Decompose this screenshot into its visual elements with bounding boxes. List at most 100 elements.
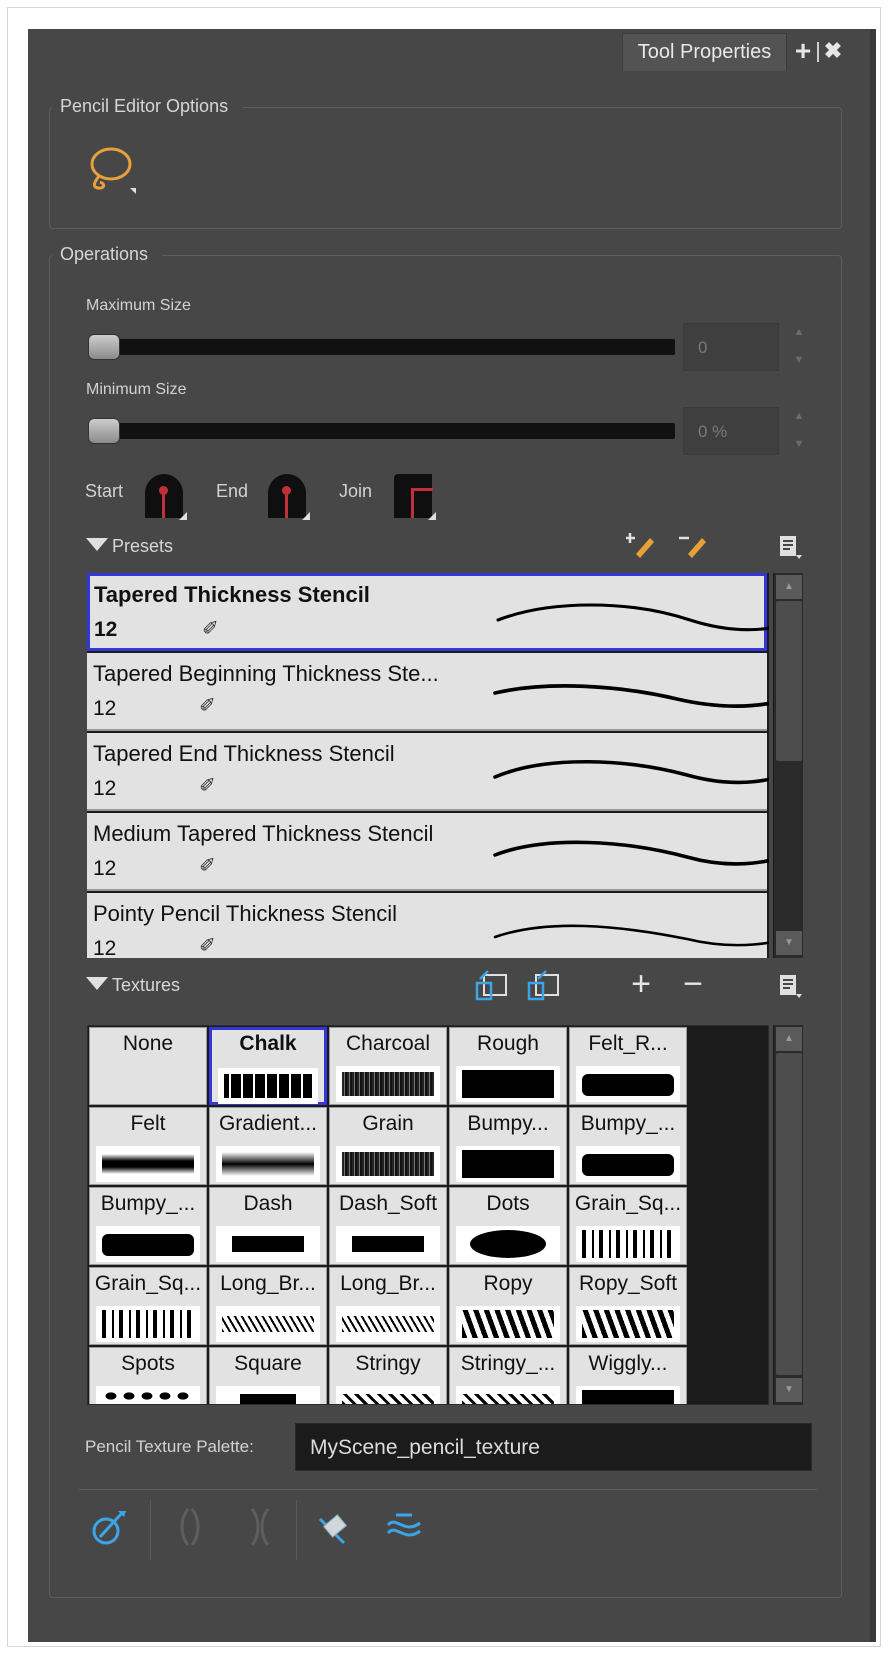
join-button[interactable] (392, 468, 436, 520)
texture-pattern (342, 1072, 434, 1096)
texture-cell[interactable]: Grain_Sq... (89, 1267, 207, 1345)
preset-name: Tapered Beginning Thickness Ste... (93, 661, 439, 686)
texture-pattern (470, 1230, 546, 1258)
maximum-size-slider-handle[interactable] (88, 334, 120, 360)
texture-name: Grain_Sq... (94, 1272, 202, 1295)
tab-tool-properties[interactable]: Tool Properties (622, 33, 787, 71)
texture-name: Felt_R... (588, 1032, 668, 1055)
texture-pattern (352, 1236, 424, 1252)
new-preset-button[interactable] (626, 530, 656, 560)
texture-cell[interactable]: Spots (89, 1347, 207, 1404)
texture-name: Long_Br... (220, 1272, 316, 1295)
texture-cell[interactable]: Gradient... (209, 1107, 327, 1185)
preset-row[interactable]: Tapered End Thickness Stencil 12 ✐ (87, 733, 769, 811)
stroke-preview-icon (493, 924, 769, 947)
scroll-up-arrow[interactable]: ▲ (776, 1027, 802, 1051)
maximum-size-field[interactable]: 0 (683, 323, 779, 371)
pin-icon: ✐ (199, 775, 216, 797)
texture-cell[interactable]: Ropy_Soft (569, 1267, 687, 1345)
maximum-size-label: Maximum Size (86, 297, 191, 314)
scroll-thumb[interactable] (776, 1053, 802, 1375)
texture-name: Square (234, 1352, 302, 1375)
texture-swatch (456, 1066, 560, 1102)
texture-cell[interactable]: Bumpy_... (569, 1107, 687, 1185)
texture-cell[interactable]: Grain_Sq... (569, 1187, 687, 1265)
maximum-size-down-arrow[interactable]: ▼ (792, 353, 806, 367)
minimum-size-down-arrow[interactable]: ▼ (792, 437, 806, 451)
split-contours-button[interactable] (238, 1505, 282, 1549)
preset-row[interactable]: Tapered Thickness Stencil 12 ✐ (87, 573, 769, 651)
textures-toggle[interactable]: Textures (86, 975, 180, 996)
import-texture-button[interactable] (474, 967, 510, 1003)
flatten-button[interactable] (382, 1505, 426, 1549)
maximum-size-up-arrow[interactable]: ▲ (792, 325, 806, 339)
pencil-editor-options-group (49, 107, 842, 229)
texture-cell[interactable]: Stringy_... (449, 1347, 567, 1404)
presets-label: Presets (112, 536, 174, 556)
texture-cell[interactable]: Bumpy_... (89, 1187, 207, 1265)
texture-cell[interactable]: Ropy (449, 1267, 567, 1345)
rename-texture-button[interactable] (526, 967, 562, 1003)
texture-cell[interactable]: Wiggly... (569, 1347, 687, 1404)
presets-list[interactable]: Tapered Thickness Stencil 12 ✐ Tapered Begi… (87, 573, 769, 958)
texture-cell[interactable]: Felt (89, 1107, 207, 1185)
start-cap-button[interactable] (143, 468, 187, 520)
presets-toggle[interactable]: Presets (86, 536, 173, 557)
texture-cell[interactable]: Charcoal (329, 1027, 447, 1105)
delete-preset-button[interactable] (678, 530, 708, 560)
scroll-down-arrow[interactable]: ▼ (776, 1378, 802, 1402)
texture-swatch (96, 1306, 200, 1342)
maximum-size-slider[interactable] (90, 339, 675, 355)
textures-grid[interactable]: None Chalk Charcoal Rough Felt_R... Felt Gradi… (87, 1025, 769, 1405)
lasso-select-tool-button[interactable] (84, 142, 140, 200)
texture-cell[interactable]: Dots (449, 1187, 567, 1265)
texture-swatch (216, 1306, 320, 1342)
join-contours-button[interactable] (168, 1505, 212, 1549)
presets-menu-button[interactable] (778, 533, 804, 561)
texture-name: Stringy (355, 1352, 421, 1375)
texture-pattern (102, 1390, 194, 1404)
texture-name: Rough (477, 1032, 539, 1055)
texture-cell[interactable]: Grain (329, 1107, 447, 1185)
texture-cell[interactable]: None (89, 1027, 207, 1105)
texture-cell[interactable]: Long_Br... (209, 1267, 327, 1345)
texture-cell[interactable]: Stringy (329, 1347, 447, 1404)
pencil-texture-palette-field[interactable]: MyScene_pencil_texture (295, 1423, 812, 1471)
close-view-button[interactable]: ✖ (822, 36, 844, 66)
texture-cell[interactable]: Dash_Soft (329, 1187, 447, 1265)
texture-name: Dash (243, 1192, 293, 1215)
texture-cell[interactable]: Long_Br... (329, 1267, 447, 1345)
texture-pattern (462, 1070, 554, 1098)
toolbar-divider (79, 1489, 817, 1490)
preset-row[interactable]: Pointy Pencil Thickness Stencil 12 ✐ (87, 893, 769, 958)
remove-texture-button[interactable]: − (676, 965, 710, 1003)
texture-name: Wiggly... (588, 1352, 668, 1375)
preset-row[interactable]: Medium Tapered Thickness Stencil 12 ✐ (87, 813, 769, 891)
texture-cell[interactable]: Rough (449, 1027, 567, 1105)
minimum-size-up-arrow[interactable]: ▲ (792, 409, 806, 423)
presets-scrollbar[interactable]: ▲ ▼ (773, 573, 803, 958)
textures-scrollbar[interactable]: ▲ ▼ (773, 1025, 803, 1405)
texture-cell[interactable]: Dash (209, 1187, 327, 1265)
preset-size: 12 (93, 777, 117, 800)
straighten-button[interactable] (88, 1505, 132, 1549)
add-view-button[interactable]: + (792, 36, 814, 66)
texture-cell[interactable]: Chalk (209, 1027, 327, 1105)
dropdown-corner-icon (179, 512, 187, 520)
textures-menu-button[interactable] (778, 972, 804, 1000)
texture-cell[interactable]: Bumpy... (449, 1107, 567, 1185)
scroll-thumb[interactable] (776, 601, 802, 761)
preset-row[interactable]: Tapered Beginning Thickness Ste... 12 ✐ (87, 653, 769, 731)
end-cap-button[interactable] (266, 468, 310, 520)
minimum-size-field[interactable]: 0 % (683, 407, 779, 455)
scroll-down-arrow[interactable]: ▼ (776, 931, 802, 955)
minimum-size-slider-handle[interactable] (88, 418, 120, 444)
pencil-editor-options-title: Pencil Editor Options (52, 96, 243, 117)
smooth-button[interactable] (314, 1505, 358, 1549)
menu-icon (780, 536, 802, 559)
add-texture-button[interactable]: + (624, 965, 658, 1003)
minimum-size-slider[interactable] (90, 423, 675, 439)
texture-cell[interactable]: Felt_R... (569, 1027, 687, 1105)
scroll-up-arrow[interactable]: ▲ (776, 575, 802, 599)
texture-cell[interactable]: Square (209, 1347, 327, 1404)
